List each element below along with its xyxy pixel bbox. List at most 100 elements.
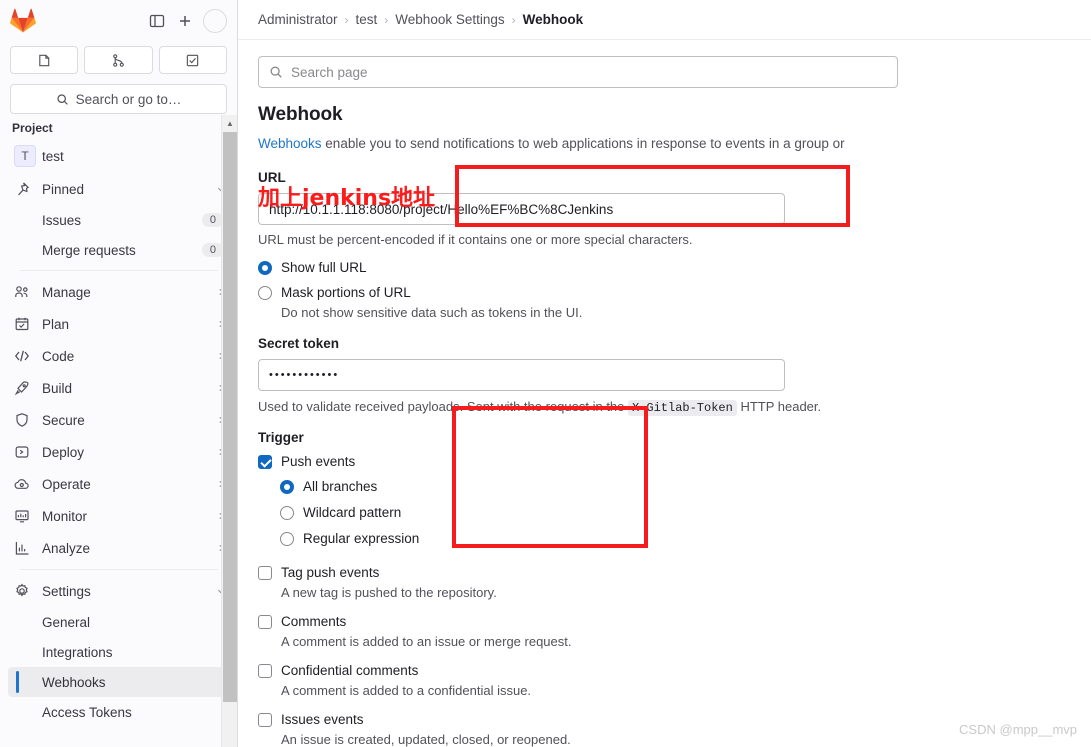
checkbox-description: A comment is added to an issue or merge … xyxy=(281,634,572,649)
breadcrumb-separator: › xyxy=(344,12,349,27)
checkbox-indicator[interactable] xyxy=(258,713,272,727)
checkbox-label: Comments xyxy=(281,614,347,629)
calendar-icon xyxy=(14,316,36,332)
sidebar-item-label: General xyxy=(42,614,91,630)
nav-divider xyxy=(20,270,218,271)
quick-action-merge-requests[interactable] xyxy=(84,46,153,74)
radio-mask-portions-of-url[interactable]: Mask portions of URL xyxy=(258,283,1091,303)
url-mode-group: Show full URL Mask portions of URL Do no… xyxy=(258,258,1091,322)
checkbox-tag-push-events[interactable]: Tag push events xyxy=(258,563,1091,583)
gitlab-fox-logo[interactable] xyxy=(10,8,36,34)
sidebar-item-plan[interactable]: Plan xyxy=(8,308,230,340)
secret-token-label: Secret token xyxy=(258,336,340,351)
sidebar-item-merge-requests[interactable]: Merge requests 0 xyxy=(8,235,230,265)
radio-indicator[interactable] xyxy=(280,532,294,546)
sidebar-item-operate[interactable]: Operate xyxy=(8,468,230,500)
breadcrumb-separator: › xyxy=(511,12,516,27)
sidebar-toggle-icon[interactable] xyxy=(143,7,171,35)
search-page-wrap: Search page xyxy=(238,40,1091,88)
radio-indicator[interactable] xyxy=(280,506,294,520)
checkbox-description: A new tag is pushed to the repository. xyxy=(281,585,497,600)
breadcrumb-current: Webhook xyxy=(522,12,584,27)
checkbox-confidential-comments[interactable]: Confidential comments xyxy=(258,661,1091,681)
search-page-input[interactable]: Search page xyxy=(258,56,898,88)
radio-show-full-url[interactable]: Show full URL xyxy=(258,258,1091,278)
page-title: Webhook xyxy=(258,104,343,125)
secret-token-value: •••••••••••• xyxy=(269,369,340,381)
sidebar-item-project[interactable]: T test xyxy=(8,139,230,173)
breadcrumb-item-webhook-settings[interactable]: Webhook Settings xyxy=(395,12,504,27)
sidebar-item-label: Monitor xyxy=(42,508,88,524)
breadcrumb-item-test[interactable]: test xyxy=(356,12,378,27)
deploy-icon xyxy=(14,444,36,460)
user-avatar[interactable] xyxy=(203,9,227,33)
sidebar-item-integrations[interactable]: Integrations xyxy=(8,637,230,667)
project-avatar: T xyxy=(14,145,36,167)
sidebar-item-issues[interactable]: Issues 0 xyxy=(8,205,230,235)
sidebar-item-access-tokens[interactable]: Access Tokens xyxy=(8,697,230,727)
radio-wildcard-pattern[interactable]: Wildcard pattern xyxy=(280,503,1091,523)
sidebar-item-secure[interactable]: Secure xyxy=(8,404,230,436)
sidebar-item-monitor[interactable]: Monitor xyxy=(8,500,230,532)
checkbox-label: Tag push events xyxy=(281,565,380,580)
monitor-icon xyxy=(14,508,36,524)
quick-action-issues[interactable] xyxy=(10,46,79,74)
radio-regular-expression[interactable]: Regular expression xyxy=(280,529,1091,549)
checkbox-comments[interactable]: Comments xyxy=(258,612,1091,632)
radio-indicator[interactable] xyxy=(258,286,272,300)
checkbox-label: Push events xyxy=(281,454,356,469)
scrollbar-thumb[interactable] xyxy=(223,132,237,702)
checkbox-label: Issues events xyxy=(281,712,364,727)
sidebar-item-deploy[interactable]: Deploy xyxy=(8,436,230,468)
secret-token-input[interactable]: •••••••••••• xyxy=(258,359,785,391)
radio-all-branches[interactable]: All branches xyxy=(280,477,1091,497)
code-icon xyxy=(14,348,36,364)
sidebar-item-label: Deploy xyxy=(42,444,85,460)
sidebar-item-label: Integrations xyxy=(42,644,113,660)
breadcrumb: Administrator › test › Webhook Settings … xyxy=(238,0,1091,40)
users-icon xyxy=(14,284,36,300)
checkbox-label: Confidential comments xyxy=(281,663,419,678)
search-input[interactable]: Search or go to… xyxy=(10,84,227,114)
search-page-placeholder: Search page xyxy=(291,64,368,80)
checkbox-indicator[interactable] xyxy=(258,566,272,580)
annotation-note-jenkins-url: 加上jenkins地址 xyxy=(258,186,436,211)
sidebar-item-build[interactable]: Build xyxy=(8,372,230,404)
cloud-gear-icon xyxy=(14,476,36,492)
sidebar-item-webhooks[interactable]: Webhooks xyxy=(8,667,230,697)
checkbox-push-events[interactable]: Push events xyxy=(258,452,1091,472)
sidebar-item-settings[interactable]: Settings xyxy=(8,575,230,607)
radio-indicator[interactable] xyxy=(258,261,272,275)
webhooks-doc-link[interactable]: Webhooks xyxy=(258,136,322,151)
checkbox-indicator[interactable] xyxy=(258,615,272,629)
secret-token-help: Used to validate received payloads. Sent… xyxy=(258,399,1091,416)
branch-options: All branches Wildcard pattern Regular ex… xyxy=(280,477,1091,549)
sidebar-item-code[interactable]: Code xyxy=(8,340,230,372)
event-checkboxes: Tag push events A new tag is pushed to t… xyxy=(258,563,1091,747)
shield-icon xyxy=(14,412,36,428)
sidebar: Search or go to… Project T test Pinned I… xyxy=(0,0,238,747)
radio-indicator[interactable] xyxy=(280,480,294,494)
sidebar-item-label: Pinned xyxy=(42,181,85,197)
trigger-group: Trigger Push events All branches Wildcar… xyxy=(258,430,1091,747)
sidebar-scrollbar[interactable]: ▲ xyxy=(221,115,237,747)
sidebar-item-manage[interactable]: Manage xyxy=(8,276,230,308)
breadcrumb-separator: › xyxy=(384,12,389,27)
sidebar-item-analyze[interactable]: Analyze xyxy=(8,532,230,564)
quick-action-todos[interactable] xyxy=(158,46,227,74)
sidebar-item-label: Merge requests xyxy=(42,242,136,258)
pin-icon xyxy=(14,181,36,197)
checkbox-group-comments: Comments A comment is added to an issue … xyxy=(258,612,1091,651)
sidebar-item-pinned[interactable]: Pinned xyxy=(8,173,230,205)
checkbox-indicator[interactable] xyxy=(258,664,272,678)
breadcrumb-item-administrator[interactable]: Administrator xyxy=(258,12,338,27)
checkbox-indicator[interactable] xyxy=(258,455,272,469)
sidebar-item-label: Code xyxy=(42,348,75,364)
sidebar-item-general[interactable]: General xyxy=(8,607,230,637)
scroll-up-arrow-icon[interactable]: ▲ xyxy=(222,115,238,131)
nav-divider xyxy=(20,569,218,570)
plus-icon[interactable] xyxy=(171,7,199,35)
url-help-text: URL must be percent-encoded if it contai… xyxy=(258,232,693,247)
chart-icon xyxy=(14,540,36,556)
sidebar-header xyxy=(0,0,237,42)
